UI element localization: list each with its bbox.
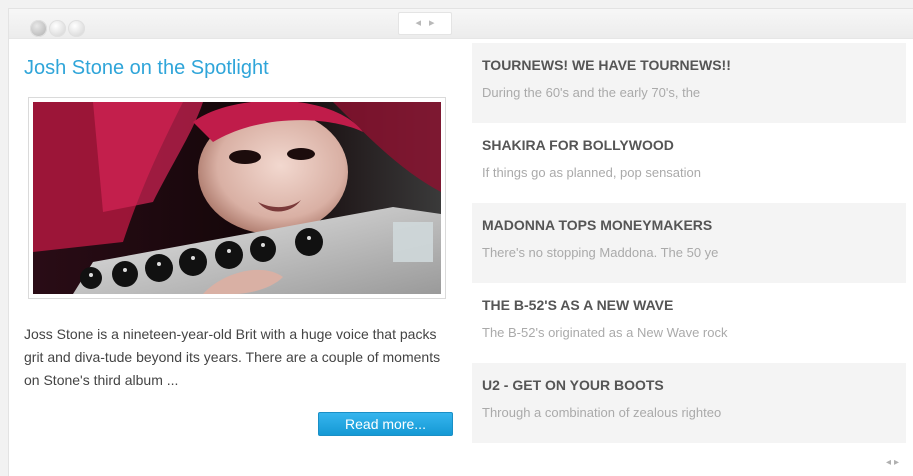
news-list: TOURNEWS! WE HAVE TOURNEWS!! During the … <box>472 43 906 443</box>
news-item-snippet: If things go as planned, pop sensation <box>482 165 701 180</box>
prev-arrow-icon[interactable]: ◂ <box>415 18 421 29</box>
featured-title[interactable]: Josh Stone on the Spotlight <box>24 57 456 80</box>
news-item-snippet: Through a combination of zealous righteo <box>482 405 722 420</box>
featured-image[interactable] <box>28 97 446 299</box>
slide-pagination <box>30 20 85 37</box>
news-item-title[interactable]: SHAKIRA FOR BOLLYWOOD <box>482 137 896 153</box>
news-item-snippet: The B-52's originated as a New Wave rock <box>482 325 728 340</box>
slide-dot-2[interactable] <box>49 20 66 37</box>
list-nav: ◂ ▸ <box>886 457 899 468</box>
news-item[interactable]: THE B-52'S AS A NEW WAVE The B-52's orig… <box>472 283 906 363</box>
news-item-title[interactable]: U2 - GET ON YOUR BOOTS <box>482 377 896 393</box>
list-next-arrow-icon[interactable]: ▸ <box>894 457 899 468</box>
next-arrow-icon[interactable]: ▸ <box>429 18 435 29</box>
news-item-snippet: There's no stopping Maddona. The 50 ye <box>482 245 719 260</box>
slider-topbar: ◂ ▸ <box>9 9 913 39</box>
read-more-button[interactable]: Read more... <box>318 412 453 436</box>
news-slider-widget: ◂ ▸ Josh Stone on the Spotlight Joss Sto… <box>8 8 913 476</box>
news-item[interactable]: U2 - GET ON YOUR BOOTS Through a combina… <box>472 363 906 443</box>
news-item-title[interactable]: MADONNA TOPS MONEYMAKERS <box>482 217 896 233</box>
news-item[interactable]: TOURNEWS! WE HAVE TOURNEWS!! During the … <box>472 43 906 123</box>
news-item[interactable]: MADONNA TOPS MONEYMAKERS There's no stop… <box>472 203 906 283</box>
news-item-title[interactable]: THE B-52'S AS A NEW WAVE <box>482 297 896 313</box>
news-item[interactable]: SHAKIRA FOR BOLLYWOOD If things go as pl… <box>472 123 906 203</box>
featured-excerpt: Joss Stone is a nineteen-year-old Brit w… <box>24 326 441 388</box>
featured-article: Josh Stone on the Spotlight Joss Stone i… <box>24 57 456 436</box>
slide-nav: ◂ ▸ <box>398 12 452 35</box>
featured-photo <box>33 102 441 294</box>
list-prev-arrow-icon[interactable]: ◂ <box>886 457 891 468</box>
slide-dot-3[interactable] <box>68 20 85 37</box>
news-item-snippet: During the 60's and the early 70's, the <box>482 85 701 100</box>
slide-dot-1[interactable] <box>30 20 47 37</box>
news-item-title[interactable]: TOURNEWS! WE HAVE TOURNEWS!! <box>482 57 896 73</box>
